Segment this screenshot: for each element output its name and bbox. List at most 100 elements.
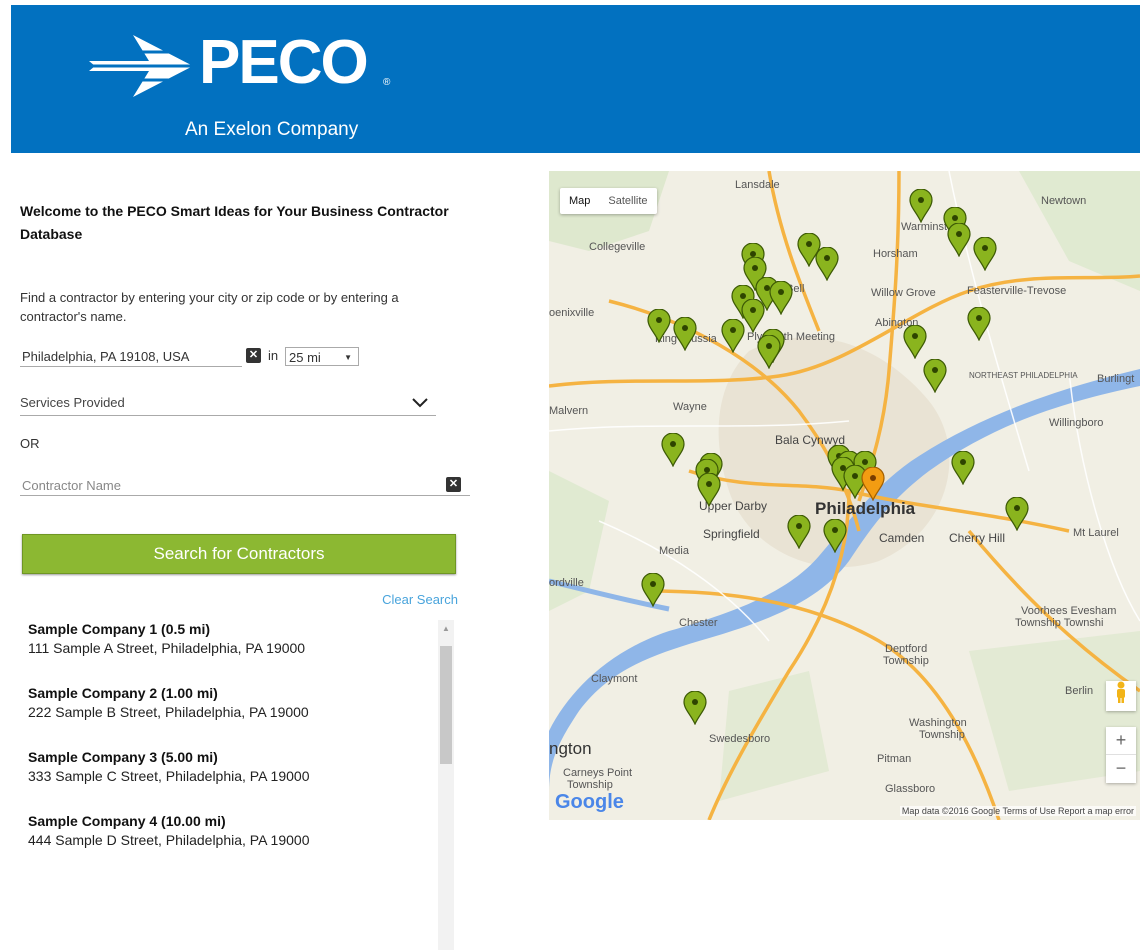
map-label: Collegeville (589, 241, 646, 253)
registered-mark: ® (383, 77, 391, 88)
current-location-pin-icon[interactable] (861, 466, 885, 502)
contractor-map[interactable]: Map Satellite Lansdale Newtown Warminste… (549, 171, 1140, 820)
map-pin-icon[interactable] (721, 318, 745, 354)
map-pin-icon[interactable] (641, 572, 665, 608)
zoom-control: + − (1106, 727, 1136, 783)
google-logo[interactable]: Google (555, 791, 624, 814)
result-address: 444 Sample D Street, Philadelphia, PA 19… (28, 832, 310, 848)
map-attribution[interactable]: Map data ©2016 Google Terms of Use Repor… (899, 806, 1136, 816)
map-label: Pitman (877, 753, 912, 765)
map-type-control: Map Satellite (560, 188, 657, 214)
contractor-name-input[interactable] (20, 475, 470, 496)
search-contractors-button[interactable]: Search for Contractors (22, 534, 456, 574)
map-label: Horsham (873, 248, 918, 260)
result-name: Sample Company 2 (1.00 mi) (28, 685, 218, 701)
map-pin-icon[interactable] (769, 280, 793, 316)
list-item[interactable]: Sample Company 2 (1.00 mi) 222 Sample B … (20, 684, 456, 722)
map-type-satellite-button[interactable]: Satellite (599, 188, 656, 214)
distance-select[interactable]: 25 mi ▼ (285, 347, 359, 366)
map-pin-icon[interactable] (903, 324, 927, 360)
map-pin-icon[interactable] (823, 518, 847, 554)
map-label: Township (919, 729, 965, 741)
clear-contractor-icon[interactable]: ✕ (446, 477, 461, 492)
map-pin-icon[interactable] (951, 450, 975, 486)
result-address: 333 Sample C Street, Philadelphia, PA 19… (28, 768, 310, 784)
list-item[interactable]: Sample Company 3 (5.00 mi) 333 Sample C … (20, 748, 456, 786)
map-label: Cherry Hill (949, 531, 1006, 545)
map-label: Washington (909, 717, 967, 729)
location-input[interactable] (20, 346, 242, 367)
services-placeholder: Services Provided (20, 395, 125, 410)
peco-arrow-logo-icon (89, 35, 193, 97)
scrollbar-thumb[interactable] (440, 646, 452, 764)
dropdown-caret-icon: ▼ (344, 353, 352, 362)
peco-logo[interactable]: PECO ® An Exelon Company (81, 29, 401, 143)
map-label: ordville (549, 577, 584, 589)
map-pin-icon[interactable] (683, 690, 707, 726)
map-pin-icon[interactable] (909, 188, 933, 224)
distance-value: 25 mi (289, 350, 321, 365)
map-pin-icon[interactable] (661, 432, 685, 468)
chevron-down-icon (412, 398, 428, 408)
in-label: in (268, 348, 279, 363)
map-label-philadelphia: Philadelphia (815, 499, 916, 518)
map-label: ngton (549, 739, 592, 758)
map-pin-icon[interactable] (697, 472, 721, 508)
map-pin-icon[interactable] (757, 334, 781, 370)
result-name: Sample Company 3 (5.00 mi) (28, 749, 218, 765)
list-item[interactable]: Sample Company 4 (10.00 mi) 444 Sample D… (20, 812, 456, 850)
result-address: 111 Sample A Street, Philadelphia, PA 19… (28, 640, 306, 656)
map-label: Camden (879, 531, 925, 545)
map-pin-icon[interactable] (1005, 496, 1029, 532)
result-address: 222 Sample B Street, Philadelphia, PA 19… (28, 704, 309, 720)
clear-location-icon[interactable]: ✕ (246, 348, 261, 363)
map-label: Carneys Point (563, 767, 633, 779)
map-label: Deptford (885, 643, 928, 655)
map-label: Media (659, 545, 689, 557)
map-label: Willow Grove (871, 287, 936, 299)
map-label: Berlin (1065, 685, 1094, 697)
result-name: Sample Company 1 (0.5 mi) (28, 621, 211, 637)
map-pin-icon[interactable] (815, 246, 839, 282)
map-label: Township Townshi (1015, 617, 1104, 629)
map-label: Voorhees Evesham (1021, 605, 1117, 617)
map-pin-icon[interactable] (947, 222, 971, 258)
map-label: Lansdale (735, 179, 780, 191)
services-dropdown[interactable]: Services Provided (20, 393, 436, 416)
map-pin-icon[interactable] (967, 306, 991, 342)
logo-tagline: An Exelon Company (185, 119, 359, 140)
map-label: Mt Laurel (1073, 527, 1119, 539)
map-label: Glassboro (885, 783, 936, 795)
map-label: Swedesboro (709, 733, 771, 745)
search-instructions: Find a contractor by entering your city … (20, 290, 399, 324)
map-label: Feasterville-Trevose (967, 285, 1067, 297)
zoom-in-button[interactable]: + (1106, 727, 1136, 755)
map-pin-icon[interactable] (923, 358, 947, 394)
location-row: ✕ in 25 mi ▼ (20, 346, 380, 368)
clear-search-link[interactable]: Clear Search (382, 592, 458, 607)
map-pin-icon[interactable] (787, 514, 811, 550)
map-label: Burlingt (1097, 373, 1135, 385)
map-label: Wayne (673, 401, 707, 413)
map-label: Township (567, 779, 613, 791)
or-label: OR (20, 436, 40, 451)
map-label: Claymont (591, 673, 638, 685)
result-name: Sample Company 4 (10.00 mi) (28, 813, 226, 829)
map-label: NORTHEAST PHILADELPHIA (969, 371, 1078, 380)
map-pin-icon[interactable] (647, 308, 671, 344)
welcome-heading: Welcome to the PECO Smart Ideas for Your… (20, 203, 449, 242)
map-label: Chester (679, 617, 718, 629)
zoom-out-button[interactable]: − (1106, 755, 1136, 782)
map-label: Willingboro (1049, 417, 1104, 429)
map-label: oenixville (549, 307, 595, 319)
map-label: Springfield (703, 527, 760, 541)
scroll-up-icon[interactable]: ▲ (442, 624, 450, 633)
map-pin-icon[interactable] (973, 236, 997, 272)
site-header: PECO ® An Exelon Company (11, 5, 1140, 153)
list-item[interactable]: Sample Company 1 (0.5 mi) 111 Sample A S… (20, 620, 456, 658)
results-scrollbar[interactable]: ▲ (438, 620, 454, 950)
street-view-pegman-icon[interactable] (1106, 681, 1136, 711)
map-pin-icon[interactable] (673, 316, 697, 352)
map-type-map-button[interactable]: Map (560, 188, 599, 214)
map-label: Malvern (549, 405, 589, 417)
